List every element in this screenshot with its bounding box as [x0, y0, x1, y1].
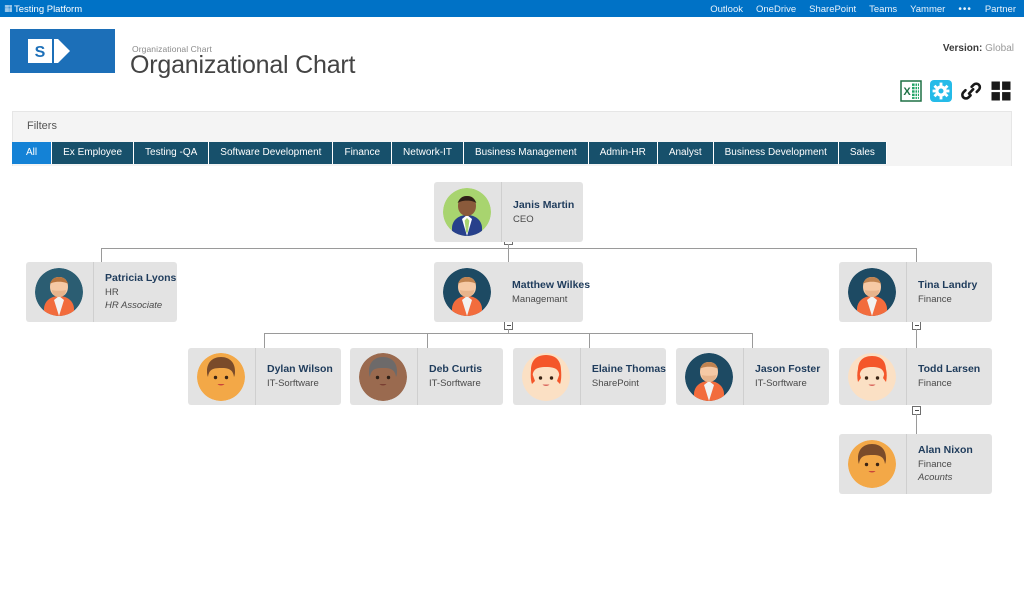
office-suite-bar: ▦ Testing Platform Outlook OneDrive Shar…	[0, 0, 1024, 17]
org-node-name: Todd Larsen	[918, 363, 980, 376]
filter-tab-analyst[interactable]: Analyst	[658, 142, 714, 164]
suite-title: Testing Platform	[14, 4, 82, 15]
org-node-dylan-wilson[interactable]: Dylan Wilson IT-Sorftware	[188, 348, 341, 405]
link-icon[interactable]	[960, 80, 982, 102]
filter-tab-sales[interactable]: Sales	[839, 142, 887, 164]
org-node-role: CEO	[513, 214, 574, 226]
avatar-dylan-wilson	[197, 353, 245, 401]
suite-link-onedrive[interactable]: OneDrive	[756, 4, 796, 15]
connector-to-mgmt	[508, 248, 509, 262]
org-node-name: Elaine Thomas	[592, 363, 666, 376]
page-header: S Organizational Chart Organizational Ch…	[0, 17, 1024, 85]
filter-tab-all[interactable]: All	[12, 142, 52, 164]
connector-to-deb	[427, 333, 428, 348]
sharepoint-logo-icon[interactable]: S	[10, 29, 115, 73]
filter-tab-network-it[interactable]: Network-IT	[392, 142, 464, 164]
suite-link-sharepoint[interactable]: SharePoint	[809, 4, 856, 15]
org-node-name: Dylan Wilson	[267, 363, 333, 376]
settings-gear-icon[interactable]	[930, 80, 952, 102]
page-title: Organizational Chart	[130, 51, 355, 80]
org-chart-canvas: Janis Martin CEO Patricia Lyons	[0, 168, 1024, 558]
org-node-patricia-lyons[interactable]: Patricia Lyons HR HR Associate	[26, 262, 177, 322]
connector-todd-alan	[916, 414, 917, 434]
org-node-role: Finance	[918, 378, 980, 390]
filters-label: Filters	[27, 120, 57, 132]
filter-tabs: All Ex Employee Testing -QA Software Dev…	[12, 142, 887, 164]
suite-link-yammer[interactable]: Yammer	[910, 4, 945, 15]
org-node-todd-larsen[interactable]: Todd Larsen Finance	[839, 348, 992, 405]
filter-tab-software-development[interactable]: Software Development	[209, 142, 333, 164]
org-node-janis-martin[interactable]: Janis Martin CEO	[434, 182, 583, 242]
suite-link-outlook[interactable]: Outlook	[710, 4, 743, 15]
org-node-role: Finance	[918, 294, 977, 306]
version-key: Version:	[943, 43, 982, 54]
avatar-tina-landry	[848, 268, 896, 316]
avatar-jason-foster	[685, 353, 733, 401]
connector-to-fin	[916, 248, 917, 262]
org-node-role: IT-Sorftware	[429, 378, 482, 390]
org-node-title: HR Associate	[105, 300, 176, 312]
org-node-role: IT-Sorftware	[267, 378, 333, 390]
avatar-janis-martin	[443, 188, 491, 236]
connector-to-jason	[752, 333, 753, 348]
org-node-jason-foster[interactable]: Jason Foster IT-Sorftware	[676, 348, 829, 405]
org-node-role: Finance	[918, 459, 973, 471]
org-node-name: Alan Nixon	[918, 444, 973, 457]
org-node-role: Managemant	[512, 294, 590, 306]
export-to-excel-icon[interactable]: X	[900, 80, 922, 102]
filter-tab-admin-hr[interactable]: Admin-HR	[589, 142, 658, 164]
version-value: Global	[985, 43, 1014, 54]
connector-fin-todd	[916, 329, 917, 348]
suite-link-partner[interactable]: Partner	[985, 4, 1016, 15]
connector-to-elaine	[589, 333, 590, 348]
org-node-deb-curtis[interactable]: Deb Curtis IT-Sorftware	[350, 348, 503, 405]
svg-text:S: S	[35, 44, 46, 61]
filter-tab-finance[interactable]: Finance	[333, 142, 392, 164]
connector-to-dylan	[264, 333, 265, 348]
org-node-name: Patricia Lyons	[105, 272, 176, 285]
org-node-title: Acounts	[918, 472, 973, 484]
connector-to-hr	[101, 248, 102, 262]
avatar-patricia-lyons	[35, 268, 83, 316]
filter-tab-business-management[interactable]: Business Management	[464, 142, 589, 164]
waffle-grid-icon[interactable]: ▦	[4, 4, 13, 13]
org-node-role: HR	[105, 287, 176, 299]
avatar-alan-nixon	[848, 440, 896, 488]
connector-row2-bus	[101, 248, 917, 249]
org-node-name: Matthew Wilkes	[512, 279, 590, 292]
avatar-deb-curtis	[359, 353, 407, 401]
version-label: Version: Global	[943, 43, 1014, 54]
filter-tab-testing-qa[interactable]: Testing -QA	[134, 142, 209, 164]
org-node-elaine-thomas[interactable]: Elaine Thomas SharePoint	[513, 348, 666, 405]
grid-view-icon[interactable]	[990, 80, 1012, 102]
filter-tab-ex-employee[interactable]: Ex Employee	[52, 142, 134, 164]
connector-row3-bus	[264, 333, 753, 334]
svg-text:X: X	[903, 86, 911, 98]
org-node-name: Janis Martin	[513, 199, 574, 212]
filter-tab-business-development[interactable]: Business Development	[714, 142, 839, 164]
avatar-elaine-thomas	[522, 353, 570, 401]
org-node-matthew-wilkes[interactable]: Matthew Wilkes Managemant	[434, 262, 583, 322]
suite-link-more[interactable]: •••	[958, 4, 972, 15]
suite-links: Outlook OneDrive SharePoint Teams Yammer…	[710, 4, 1016, 15]
org-node-name: Deb Curtis	[429, 363, 482, 376]
org-node-alan-nixon[interactable]: Alan Nixon Finance Acounts	[839, 434, 992, 494]
org-node-name: Tina Landry	[918, 279, 977, 292]
org-node-role: IT-Sorftware	[755, 378, 820, 390]
org-node-tina-landry[interactable]: Tina Landry Finance	[839, 262, 992, 322]
avatar-matthew-wilkes	[443, 268, 491, 316]
org-node-role: SharePoint	[592, 378, 666, 390]
suite-link-teams[interactable]: Teams	[869, 4, 897, 15]
org-node-name: Jason Foster	[755, 363, 820, 376]
chart-toolbar: X	[900, 80, 1012, 102]
avatar-todd-larsen	[848, 353, 896, 401]
org-chart-page: ▦ Testing Platform Outlook OneDrive Shar…	[0, 0, 1024, 612]
